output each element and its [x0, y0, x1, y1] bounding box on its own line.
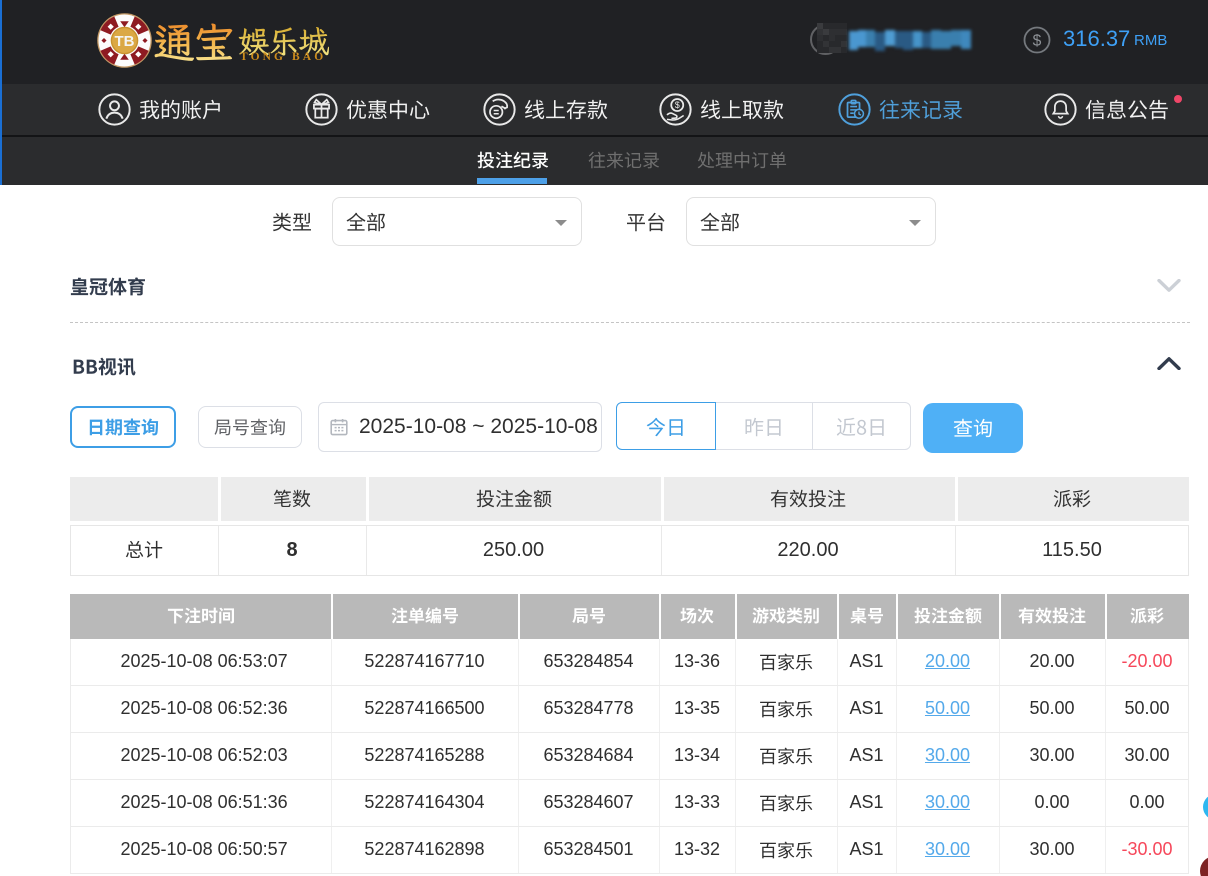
svg-text:TB: TB	[115, 33, 135, 50]
svg-text:$: $	[1033, 32, 1042, 49]
svg-text:$: $	[675, 100, 680, 110]
